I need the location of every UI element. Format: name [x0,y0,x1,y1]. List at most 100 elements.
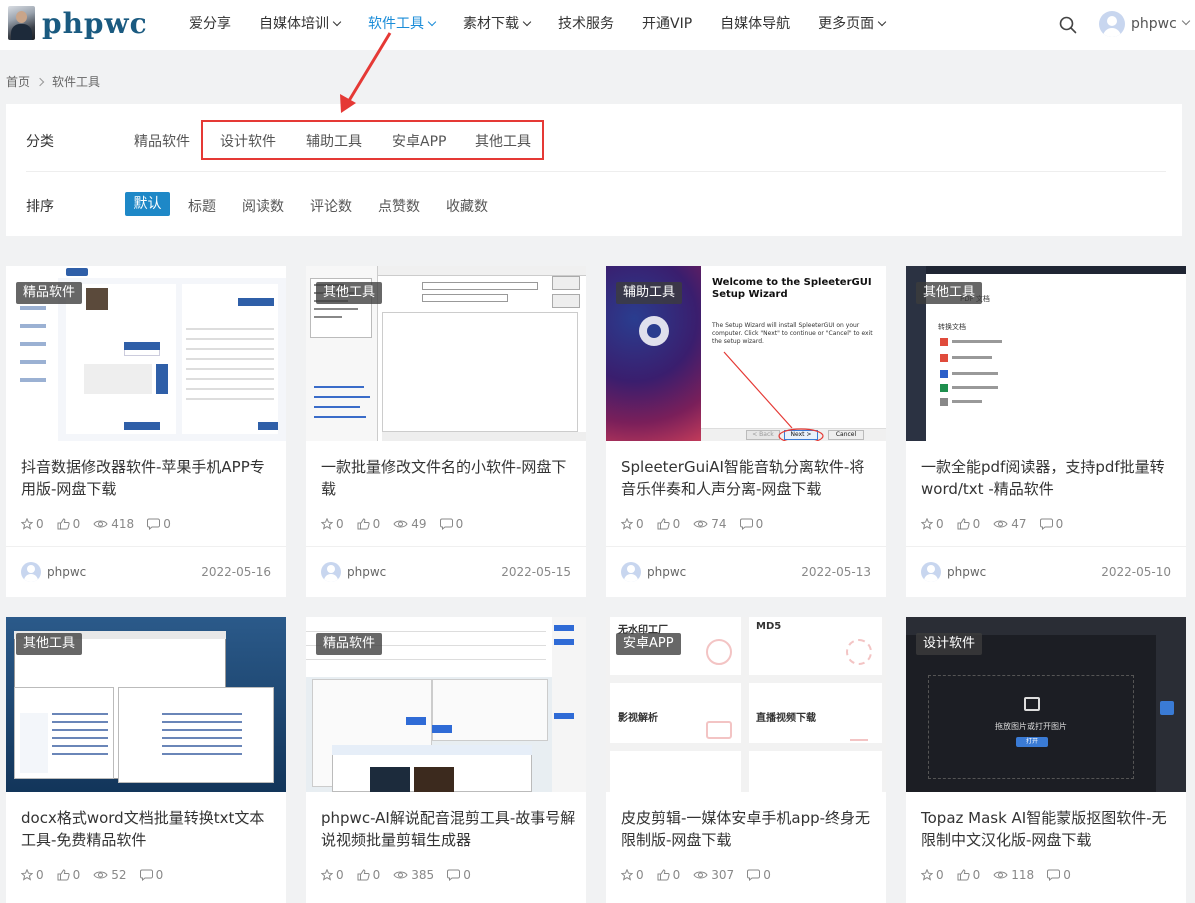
card-thumbnail[interactable]: 精品软件 [306,617,586,792]
card-author[interactable]: phpwc [321,562,386,582]
filter-divider [26,171,1166,172]
avatar [21,562,41,582]
sort-default[interactable]: 默认 [125,192,170,216]
category-tag[interactable]: 安卓APP [616,633,681,655]
star-icon [621,518,633,530]
nav-item-tech-service[interactable]: 技术服务 [544,0,628,50]
sort-views[interactable]: 阅读数 [242,196,284,216]
nav-item-training[interactable]: 自媒体培训 [245,0,354,50]
card-thumbnail[interactable]: Welcome to the SpleeterGUI Setup Wizard … [606,266,886,441]
post-card[interactable]: 其他工具 一款批量修改文件名的小软件-网盘下载 0 0 49 0 phpwc 2… [306,266,586,597]
card-thumbnail[interactable]: 其他工具 [306,266,586,441]
sort-favorites[interactable]: 收藏数 [446,196,488,216]
like-count: 0 [72,517,81,531]
author-name: phpwc [947,565,987,579]
card-title[interactable]: 皮皮剪辑-一媒体安卓手机app-终身无限制版-网盘下载 [621,807,876,851]
card-thumbnail[interactable]: 无水印工厂 MD5 影视解析 直播视频下载 安卓APP [606,617,886,792]
category-premium[interactable]: 精品软件 [134,131,190,151]
post-card[interactable]: Welcome to the SpleeterGUI Setup Wizard … [606,266,886,597]
card-author[interactable]: phpwc [921,562,986,582]
eye-icon [693,871,708,879]
nav-item-share[interactable]: 爱分享 [175,0,245,50]
chevron-down-icon [522,17,532,27]
star-count: 0 [636,517,644,531]
card-thumbnail[interactable]: 其他工具 [6,617,286,792]
star-icon [21,869,33,881]
post-card[interactable]: 其他工具 docx格式word文档批量转换txt文本工具-免费精品软件 0 0 … [6,617,286,903]
nav-item-vip[interactable]: 开通VIP [628,0,706,50]
view-count: 52 [111,868,127,882]
nav-label: 自媒体导航 [720,16,791,32]
star-count: 0 [636,868,644,882]
eye-icon [993,871,1008,879]
category-tag[interactable]: 辅助工具 [616,282,683,304]
card-thumbnail[interactable]: 精品软件 [6,266,286,441]
user-menu[interactable]: phpwc [1099,11,1191,37]
nav-item-media-nav[interactable]: 自媒体导航 [706,0,804,50]
category-tag[interactable]: 精品软件 [316,633,383,655]
category-tag[interactable]: 其他工具 [16,633,83,655]
comment-icon [747,869,761,881]
avatar [621,562,641,582]
star-icon [921,869,933,881]
card-thumbnail[interactable]: PDF 文档 转换文档 其他工具 [906,266,1186,441]
comment-icon [439,518,453,530]
card-stats: 0 0 52 0 [21,868,176,882]
view-count: 74 [711,517,727,531]
card-stats: 0 0 307 0 [621,868,784,882]
nav-item-more[interactable]: 更多页面 [804,0,899,50]
search-icon[interactable] [1059,16,1077,34]
feature-label: 影视解析 [618,713,658,724]
post-card[interactable]: PDF 文档 转换文档 其他工具 一款全能pdf阅读器，支持pdf批量转word… [906,266,1186,597]
nav-label: 素材下载 [463,16,519,32]
star-count: 0 [936,517,944,531]
sort-likes[interactable]: 点赞数 [378,196,420,216]
card-stats: 0 0 118 0 [921,868,1084,882]
breadcrumb-home[interactable]: 首页 [6,73,30,90]
post-card[interactable]: 无水印工厂 MD5 影视解析 直播视频下载 安卓APP 皮皮剪辑-一媒体安卓手机… [606,617,886,903]
card-author[interactable]: phpwc [621,562,686,582]
chevron-down-icon [877,17,887,27]
post-card[interactable]: 精品软件 抖音数据修改器软件-苹果手机APP专用版-网盘下载 0 0 418 0… [6,266,286,597]
post-card[interactable]: 拖放图片或打开图片 打开 设计软件 Topaz Mask AI智能蒙版抠图软件-… [906,617,1186,903]
category-tag[interactable]: 设计软件 [916,633,983,655]
card-title[interactable]: 一款批量修改文件名的小软件-网盘下载 [321,456,576,500]
card-thumbnail[interactable]: 拖放图片或打开图片 打开 设计软件 [906,617,1186,792]
sort-title[interactable]: 标题 [188,196,216,216]
card-title[interactable]: docx格式word文档批量转换txt文本工具-免费精品软件 [21,807,276,851]
main-nav: 爱分享 自媒体培训 软件工具 素材下载 技术服务 开通VIP 自媒体导航 更多页… [175,0,899,50]
card-title[interactable]: phpwc-AI解说配音混剪工具-故事号解说视频批量剪辑生成器 [321,807,576,851]
avatar [921,562,941,582]
card-date: 2022-05-15 [501,565,571,579]
comment-count: 0 [455,517,464,531]
category-tag[interactable]: 其他工具 [916,282,983,304]
comment-icon [739,518,753,530]
category-tag[interactable]: 精品软件 [16,282,83,304]
eye-icon [393,871,408,879]
eye-icon [393,520,408,528]
card-title[interactable]: SpleeterGuiAI智能音轨分离软件-将音乐伴奏和人声分离-网盘下载 [621,456,876,500]
star-icon [321,518,333,530]
star-icon [321,869,333,881]
breadcrumb: 首页 软件工具 [6,73,100,90]
author-name: phpwc [647,565,687,579]
nav-label: 软件工具 [368,16,424,32]
breadcrumb-current: 软件工具 [52,75,101,89]
card-title[interactable]: 一款全能pdf阅读器，支持pdf批量转word/txt -精品软件 [921,456,1176,500]
thumbs-up-icon [657,869,670,881]
nav-item-materials[interactable]: 素材下载 [449,0,544,50]
category-tag[interactable]: 其他工具 [316,282,383,304]
chevron-down-icon [1181,16,1191,26]
site-logo[interactable]: phpwc [8,6,148,40]
avatar [1099,11,1125,37]
annotation-box [201,120,544,160]
thumbs-up-icon [357,869,370,881]
card-title[interactable]: 抖音数据修改器软件-苹果手机APP专用版-网盘下载 [21,456,276,500]
sort-comments[interactable]: 评论数 [310,196,352,216]
card-author[interactable]: phpwc [21,562,86,582]
view-count: 307 [711,868,735,882]
card-title[interactable]: Topaz Mask AI智能蒙版抠图软件-无限制中文汉化版-网盘下载 [921,807,1176,851]
card-date: 2022-05-16 [201,565,271,579]
post-card[interactable]: 精品软件 phpwc-AI解说配音混剪工具-故事号解说视频批量剪辑生成器 0 0… [306,617,586,903]
nav-item-software-tools[interactable]: 软件工具 [354,0,449,50]
